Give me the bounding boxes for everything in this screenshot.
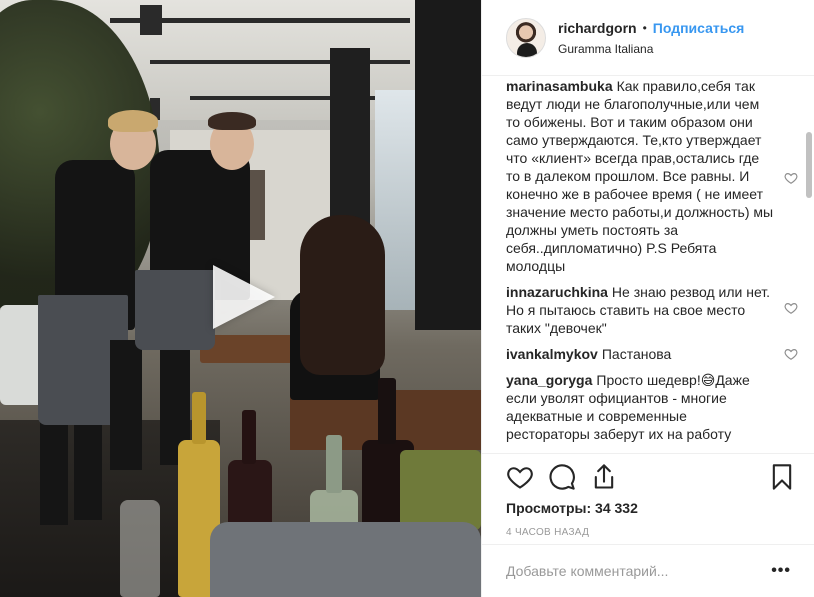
waiter-hair [208, 112, 256, 130]
comment-bubble-icon[interactable] [548, 463, 576, 491]
comment-text: Пастанова [601, 346, 672, 362]
post-timestamp[interactable]: 4 часов назад [506, 527, 589, 538]
comment-username[interactable]: marinasambuka [506, 78, 613, 94]
like-comment-heart-icon[interactable] [784, 347, 798, 361]
avatar[interactable] [506, 17, 546, 58]
sofa [400, 450, 481, 530]
comment-username[interactable]: ivankalmykov [506, 346, 598, 362]
post-sidebar: richardgorn • Подписаться Guramma Italia… [481, 0, 814, 597]
comment-username[interactable]: yana_goryga [506, 372, 592, 388]
video-player[interactable] [0, 0, 481, 597]
comments-scrollbar[interactable] [806, 132, 812, 198]
waiter-apron [135, 270, 215, 350]
post-header: richardgorn • Подписаться Guramma Italia… [482, 0, 814, 76]
comment-input[interactable] [506, 563, 772, 579]
views-count[interactable]: Просмотры: 34 332 [506, 500, 638, 516]
glass [120, 500, 160, 597]
comment-item: ivankalmykov Пастанова [506, 345, 806, 363]
bottle-neck [378, 378, 396, 444]
ceiling-track [150, 60, 410, 64]
action-icons [506, 463, 796, 491]
share-icon[interactable] [590, 463, 618, 491]
like-comment-heart-icon[interactable] [784, 171, 798, 185]
sofa [210, 522, 481, 597]
comment-text: Как правило,себя так ведут люди не благо… [506, 78, 774, 274]
instagram-post: richardgorn • Подписаться Guramma Italia… [0, 0, 814, 597]
separator-dot: • [642, 20, 647, 35]
header-line: richardgorn • Подписаться [558, 20, 744, 36]
bottle-neck [192, 392, 206, 444]
play-icon[interactable] [213, 265, 275, 329]
comment-item: innazaruchkina Не знаю резвод или нет. Но… [506, 283, 806, 337]
follow-button[interactable]: Подписаться [653, 20, 745, 36]
header-text: richardgorn • Подписаться Guramma Italia… [558, 20, 744, 56]
comment-item: marinasambuka Как правило,себя так ведут … [506, 77, 806, 275]
comment-username[interactable]: innazaruchkina [506, 284, 608, 300]
add-comment-section: ••• [482, 544, 814, 597]
guest-hair [300, 215, 385, 375]
bottle-neck [242, 410, 256, 464]
waiter-hair [108, 110, 158, 132]
pillar [415, 0, 481, 330]
bottle-neck [326, 435, 342, 493]
bookmark-icon[interactable] [768, 463, 796, 491]
like-comment-heart-icon[interactable] [784, 301, 798, 315]
like-heart-icon[interactable] [506, 463, 534, 491]
comments-list[interactable]: marinasambuka Как правило,себя так ведут … [506, 77, 806, 453]
waiter-legs [110, 340, 142, 470]
location-link[interactable]: Guramma Italiana [558, 42, 744, 56]
ceiling-lamp [140, 5, 162, 35]
comment-item: yana_goryga Просто шедевр!😅Даже если увол… [506, 371, 806, 443]
author-username[interactable]: richardgorn [558, 20, 637, 36]
more-options-button[interactable]: ••• [771, 562, 791, 580]
